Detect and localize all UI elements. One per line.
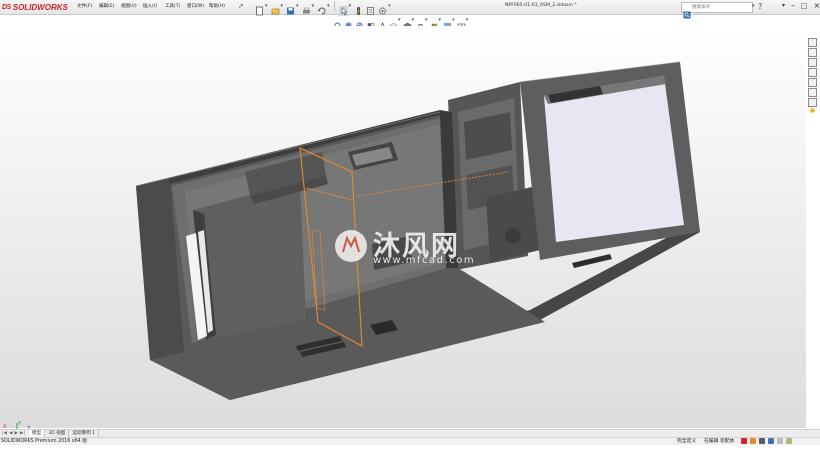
menu-bar: 文件(F) 编辑(E) 视图(V) 插入(I) 工具(T) 窗口(W) 帮助(H… (77, 2, 231, 12)
search-input[interactable] (691, 3, 747, 12)
open-icon[interactable] (271, 1, 280, 15)
tab-motion-study[interactable]: 运动算例 1 (69, 430, 100, 437)
task-pane-tabs (808, 38, 818, 113)
appearances-icon[interactable] (808, 78, 817, 93)
forum-icon[interactable] (808, 98, 817, 113)
heads-up-view-toolbar: ▾ ▾ ▾ ▾ ▾ ▾ (334, 15, 468, 31)
chat-icon[interactable] (786, 438, 792, 444)
edit-appearance-icon[interactable] (430, 16, 439, 29)
window-controls: ▾ – □ × (782, 0, 820, 12)
quick-access-toolbar: ▾ ▾ ▾ ▾ ▾ ▾ ▾ (255, 1, 391, 16)
maximize-icon[interactable]: □ (801, 0, 808, 12)
print-icon[interactable] (302, 1, 311, 14)
minimize-icon[interactable]: – (791, 0, 795, 12)
dynamic-annotation-icon[interactable] (378, 16, 387, 30)
next-tab-icon[interactable]: ▶ (14, 431, 17, 436)
display-style-icon[interactable] (403, 16, 412, 31)
document-title: NPF065-01-01_ASM_2.sldasm * (505, 3, 577, 8)
file-explorer-icon[interactable] (808, 58, 817, 73)
view-settings-icon[interactable] (457, 16, 466, 29)
first-tab-icon[interactable]: |◀ (2, 431, 7, 436)
help-status-icon[interactable] (768, 438, 774, 444)
units-icon[interactable] (750, 438, 756, 444)
previous-view-icon[interactable] (356, 16, 365, 30)
display-mode-icon[interactable] (777, 438, 783, 444)
tab-navigation: |◀ ◀ ▶ ▶| (0, 430, 29, 437)
ds-logo-mark: DS (2, 3, 11, 11)
design-library-icon[interactable] (808, 48, 817, 63)
tab-3d-view[interactable]: 3D 视图 (45, 430, 70, 437)
watermark-url: www.mfcad.com (373, 255, 476, 266)
search-commands[interactable] (681, 2, 753, 18)
brand-name: SOLIDWORKS (12, 2, 68, 12)
tab-model[interactable]: 模型 (29, 430, 46, 437)
select-icon[interactable] (338, 1, 348, 16)
hide-show-icon[interactable] (416, 16, 425, 29)
file-properties-icon[interactable] (366, 1, 375, 15)
solidworks-logo[interactable]: DS SOLIDWORKS (2, 1, 68, 13)
options-icon[interactable] (378, 1, 387, 15)
menu-file[interactable]: 文件(F) (77, 2, 99, 12)
menu-window[interactable]: 窗口(W) (187, 2, 209, 12)
bottom-tab-bar: |◀ ◀ ▶ ▶| 模型 3D 视图 运动算例 1 (0, 429, 820, 437)
notification-icon[interactable] (759, 438, 765, 444)
zoom-area-icon[interactable] (345, 16, 354, 30)
new-document-icon[interactable] (255, 1, 264, 16)
undo-icon[interactable] (317, 1, 326, 15)
restore-icon[interactable]: ▾ (782, 0, 785, 12)
view-orientation-icon[interactable] (389, 16, 398, 31)
watermark-logo (330, 224, 372, 268)
zoom-to-fit-icon[interactable] (334, 16, 343, 30)
section-view-icon[interactable] (367, 16, 376, 30)
solidworks-resources-icon[interactable] (808, 38, 817, 53)
rebuild-icon[interactable] (354, 1, 363, 15)
graphics-area[interactable]: 沐风网 www.mfcad.com Y X Z (0, 26, 806, 438)
menu-edit[interactable]: 编辑(E) (99, 2, 121, 12)
menu-help[interactable]: 帮助(H) (209, 2, 231, 12)
save-icon[interactable] (286, 1, 295, 15)
search-dropdown-icon[interactable]: ▾ (752, 3, 755, 9)
search-icon (683, 4, 691, 18)
svg-text:Y: Y (17, 421, 22, 427)
menu-insert[interactable]: 插入(I) (143, 2, 165, 12)
custom-properties-icon[interactable] (808, 88, 817, 103)
view-palette-icon[interactable] (808, 68, 817, 83)
title-bar: DS SOLIDWORKS 文件(F) 编辑(E) 视图(V) 插入(I) 工具… (0, 0, 820, 18)
help-icon[interactable]: ? (758, 1, 762, 12)
menu-tools[interactable]: 工具(T) (165, 2, 187, 12)
close-icon[interactable]: × (814, 0, 820, 12)
rebuild-status-icon[interactable] (741, 438, 747, 444)
menu-view[interactable]: 视图(V) (121, 2, 143, 12)
prev-tab-icon[interactable]: ◀ (9, 431, 12, 436)
last-tab-icon[interactable]: ▶| (20, 431, 25, 436)
apply-scene-icon[interactable] (443, 16, 452, 30)
status-icons (741, 438, 792, 444)
pin-menu-icon[interactable]: ➚ (238, 2, 244, 10)
